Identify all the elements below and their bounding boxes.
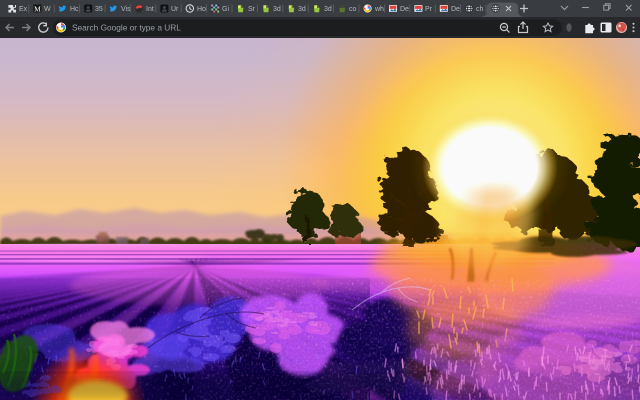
- svg-text:Search Google or type a URL: Search Google or type a URL: [72, 23, 181, 33]
- svg-text:Pr: Pr: [425, 6, 433, 13]
- svg-text:3d: 3d: [324, 6, 332, 13]
- svg-text:Ur: Ur: [171, 6, 179, 13]
- svg-text:ch: ch: [476, 6, 484, 13]
- svg-text:W: W: [44, 6, 51, 13]
- svg-text:Ho: Ho: [197, 6, 206, 13]
- svg-text:De: De: [400, 6, 409, 13]
- svg-text:Hc: Hc: [70, 6, 79, 13]
- svg-text:Ex: Ex: [19, 6, 28, 13]
- svg-text:Int: Int: [146, 6, 154, 13]
- svg-text:co: co: [349, 6, 357, 13]
- svg-text:35: 35: [95, 6, 103, 13]
- svg-text:3d: 3d: [273, 6, 281, 13]
- svg-text:Vis: Vis: [121, 6, 131, 13]
- svg-text:De: De: [451, 6, 460, 13]
- svg-text:M: M: [34, 4, 41, 13]
- svg-text:wh: wh: [374, 6, 384, 13]
- svg-text:3d: 3d: [298, 6, 306, 13]
- svg-text:Gi: Gi: [222, 6, 229, 13]
- svg-text:Sr: Sr: [248, 6, 256, 13]
